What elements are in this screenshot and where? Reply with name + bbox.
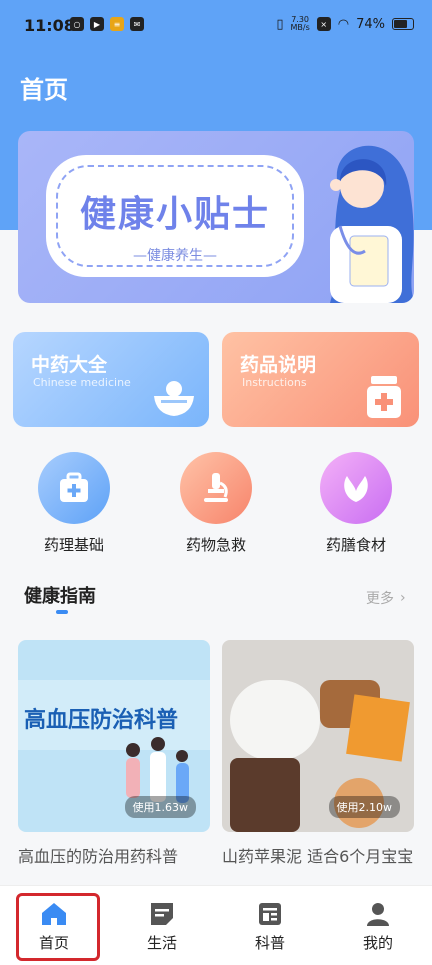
status-bar: 11:08 ○ ▶ ≡ ✉ ▯ 7.30 MB/s × ◠ 74% — [0, 0, 432, 50]
play-notification-icon: ▶ — [90, 17, 104, 31]
banner-subtitle: —健康养生— — [133, 248, 217, 264]
article-title: 高血压的防治用药科普 — [18, 847, 179, 866]
page-title: 首页 — [20, 76, 68, 104]
no-sim-icon: × — [316, 17, 331, 31]
medicinal-food-button[interactable] — [320, 452, 392, 524]
tab-profile[interactable]: 我的 — [324, 886, 432, 965]
note-icon — [151, 903, 173, 925]
mail-notification-icon: ✉ — [130, 17, 144, 31]
tab-label: 我的 — [362, 934, 393, 952]
medicine-bottle-icon — [367, 376, 401, 418]
drug-emergency-button[interactable] — [180, 452, 252, 524]
banner-title: 健康小贴士 — [79, 194, 270, 235]
app-notification-icon: ○ — [70, 17, 84, 31]
user-icon — [367, 903, 389, 926]
health-guide-title: 健康指南 — [24, 586, 96, 607]
pharmacology-label: 药理基础 — [43, 536, 104, 554]
article-card[interactable]: 使用2.10w 山药苹果泥 适合6个月宝宝 — [222, 640, 414, 868]
app-notification-icon: ≡ — [110, 17, 124, 31]
net-speed: 7.30 MB/s — [290, 16, 309, 32]
more-label: 更多 — [366, 591, 394, 607]
leaf-icon — [344, 476, 368, 502]
tab-science[interactable]: 科普 — [216, 886, 324, 965]
health-tips-banner[interactable]: 健康小贴士 —健康养生— — [18, 131, 414, 303]
more-link[interactable]: 更多 › — [366, 588, 406, 608]
banner-card: 健康小贴士 —健康养生— — [46, 155, 304, 277]
drug-instructions-card[interactable]: 药品说明 Instructions — [222, 332, 419, 427]
tab-label: 生活 — [146, 934, 177, 952]
wifi-icon: ◠ — [337, 16, 350, 32]
status-right: ▯ 7.30 MB/s × ◠ 74% — [276, 16, 414, 32]
newspaper-icon — [259, 903, 281, 925]
battery-percent: 74% — [356, 16, 385, 32]
doctor-illustration — [330, 145, 414, 303]
tab-life[interactable]: 生活 — [108, 886, 216, 965]
section-underline — [56, 610, 68, 614]
card-subtitle: Chinese medicine — [33, 376, 131, 389]
tab-label: 科普 — [254, 934, 285, 952]
article-thumbnail: 高血压防治科普 使用1.63w — [18, 640, 210, 832]
drug-emergency-label: 药物急救 — [185, 536, 246, 554]
battery-icon — [392, 18, 414, 30]
article-thumbnail: 使用2.10w — [222, 640, 414, 832]
card-title: 中药大全 — [31, 354, 108, 376]
article-card[interactable]: 高血压防治科普 使用1.63w 高血压的防治用药科普 — [18, 640, 210, 868]
pharmacology-button[interactable] — [38, 452, 110, 524]
chevron-right-icon: › — [400, 590, 406, 606]
microscope-icon — [204, 473, 228, 502]
active-tab-highlight — [16, 893, 100, 961]
medicinal-food-label: 药膳食材 — [325, 536, 386, 554]
vibrate-icon: ▯ — [276, 16, 284, 32]
first-aid-kit-icon — [60, 472, 88, 502]
article-title: 山药苹果泥 适合6个月宝宝 — [222, 847, 414, 866]
card-title: 药品说明 — [240, 354, 317, 376]
herb-bowl-icon — [154, 381, 194, 416]
views-badge: 使用2.10w — [328, 796, 400, 818]
chinese-medicine-card[interactable]: 中药大全 Chinese medicine — [13, 332, 209, 427]
net-speed-unit: MB/s — [290, 23, 310, 32]
notification-icons: ○ ▶ ≡ ✉ — [70, 17, 144, 31]
card-subtitle: Instructions — [242, 376, 307, 389]
status-time: 11:08 — [24, 16, 75, 35]
views-badge: 使用1.63w — [124, 796, 196, 818]
